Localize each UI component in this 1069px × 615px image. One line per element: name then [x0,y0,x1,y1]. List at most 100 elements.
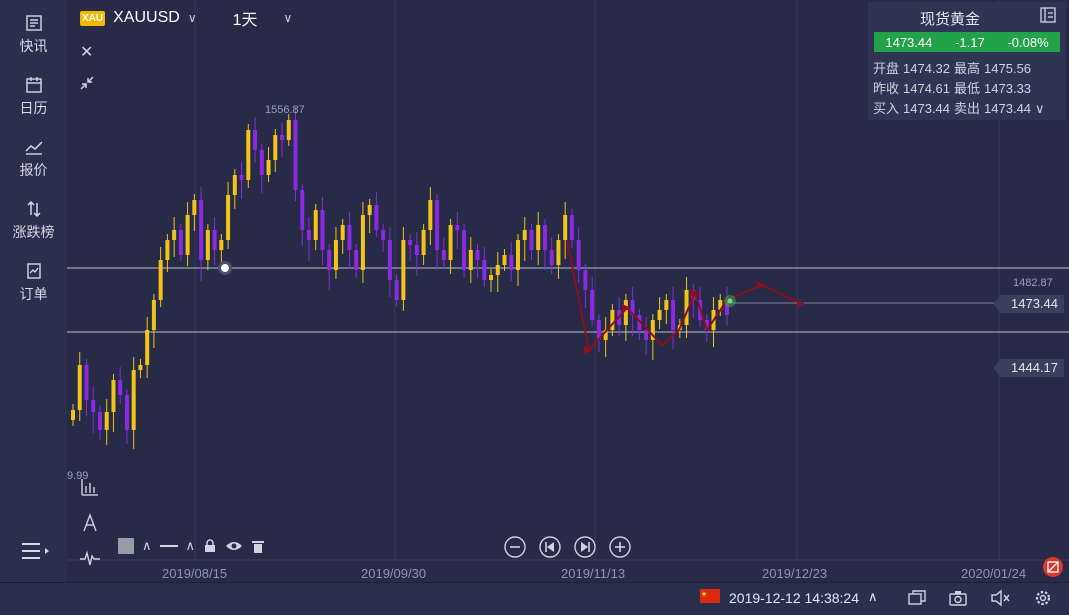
drawing-toolbar: ∧ ∧ [118,538,265,554]
jump-end-button[interactable] [574,536,596,558]
candle-body [320,210,325,250]
candle-body [259,150,264,175]
candle-body [448,225,453,260]
candle-body [124,395,129,430]
candle-body [536,225,541,250]
candle-body [644,330,649,340]
quote-title: 现货黄金 [919,11,980,28]
chevron-down-icon[interactable]: ∨ [1035,101,1045,116]
candle-body [71,410,75,420]
alert-icon[interactable] [1043,557,1063,577]
candle-body [185,215,190,255]
quote-row-prev-low: 昨收 1474.61 最低 1473.33 [873,78,1035,97]
candle-body [172,230,177,240]
candle-body [394,280,399,300]
candle-body [428,200,433,230]
symbol-selector[interactable]: XAUUSD [113,9,180,27]
candle-body [671,300,676,330]
menu-expand-icon[interactable] [20,540,52,562]
quote-row-bid-ask: 买入 1473.44 卖出 1473.44 ∨ [873,98,1049,117]
candle-body [569,215,574,240]
bid-label: 买入 [873,101,900,116]
chevron-up-icon[interactable]: ∧ [186,538,196,554]
candle-body [489,275,494,280]
close-icon[interactable]: ✕ [80,42,93,62]
gear-icon[interactable] [1033,589,1053,607]
candle-body [408,240,413,245]
candle-body [556,240,561,265]
candle-body [441,250,446,260]
windows-icon[interactable] [907,589,927,607]
x-tick: 2019/09/30 [361,566,427,581]
candle-body [590,290,595,320]
sidebar-item-quotes[interactable]: 报价 [0,138,67,180]
candle-body [138,365,143,370]
indicator-icon[interactable] [79,476,101,498]
candle-body [462,230,467,270]
trash-icon[interactable] [251,539,265,554]
sidebar-item-news[interactable]: 快讯 [0,14,67,56]
candle-body [226,195,231,240]
sidebar-item-movers[interactable]: 涨跌榜 [0,200,67,242]
chevron-up-icon[interactable]: ∧ [142,538,152,554]
sidebar-item-orders[interactable]: 订单 [0,262,67,304]
sidebar-item-label: 日历 [19,100,48,116]
status-bar: 2019-12-12 14:38:24 ∧ [0,582,1069,615]
candle-body [414,245,419,255]
drawing-compass-icon[interactable] [79,512,101,534]
price-change: -1.17 [955,34,985,50]
news-icon [25,15,42,31]
color-swatch[interactable] [118,538,134,554]
candle-body [178,230,183,255]
candle-body [158,260,163,300]
zoom-out-button[interactable] [504,536,526,558]
zoom-in-button[interactable] [609,536,631,558]
candle-body [327,250,332,270]
candle-body [455,225,460,230]
candle-body [232,175,237,195]
candle-body [509,255,514,270]
low-value: 1473.33 [984,81,1032,96]
candle-body [111,380,116,412]
sidebar-item-calendar[interactable]: 日历 [0,76,67,118]
candle-body [421,230,426,255]
ask-value: 1473.44 [984,101,1032,116]
upper-line-label: 1482.87 [1013,277,1053,289]
chevron-down-icon[interactable]: ∨ [284,11,293,25]
chevron-up-icon[interactable]: ∧ [868,589,878,605]
candle-body [165,240,170,260]
panel-toggle-icon[interactable] [1040,7,1056,23]
current-price-tag: 1473.44 [993,295,1064,313]
candle-body [151,300,156,330]
candle-body [118,380,123,395]
candle-body [104,412,109,430]
lock-icon[interactable] [203,539,217,553]
candle-body [333,240,338,270]
camera-icon[interactable] [948,589,968,607]
candle-body [482,260,487,280]
x-tick: 2019/12/23 [762,566,828,581]
period-selector[interactable]: 1天 [233,6,258,30]
ask-label: 卖出 [954,101,981,116]
high-label: 最高 [954,61,981,76]
candle-body [97,412,102,430]
line-style-icon[interactable] [159,545,178,547]
candle-body [77,365,82,410]
candle-body [239,175,244,180]
server-time: 2019-12-12 14:38:24 [729,590,859,606]
symbol-badge: XAU [80,10,106,26]
last-price-dot [727,298,733,304]
candle-body [131,370,136,430]
candle-body [286,120,291,140]
eye-icon[interactable] [225,539,243,553]
candle-body [522,230,527,240]
calendar-icon [25,77,42,93]
candle-body [495,265,500,275]
waveform-icon[interactable] [79,548,101,570]
chevron-down-icon[interactable]: ∨ [188,11,197,25]
candle-body [374,205,379,230]
jump-start-button[interactable] [539,536,561,558]
sound-mute-icon[interactable] [990,589,1010,607]
collapse-icon[interactable] [78,74,96,92]
lower-line-tag: 1444.17 [993,359,1064,377]
